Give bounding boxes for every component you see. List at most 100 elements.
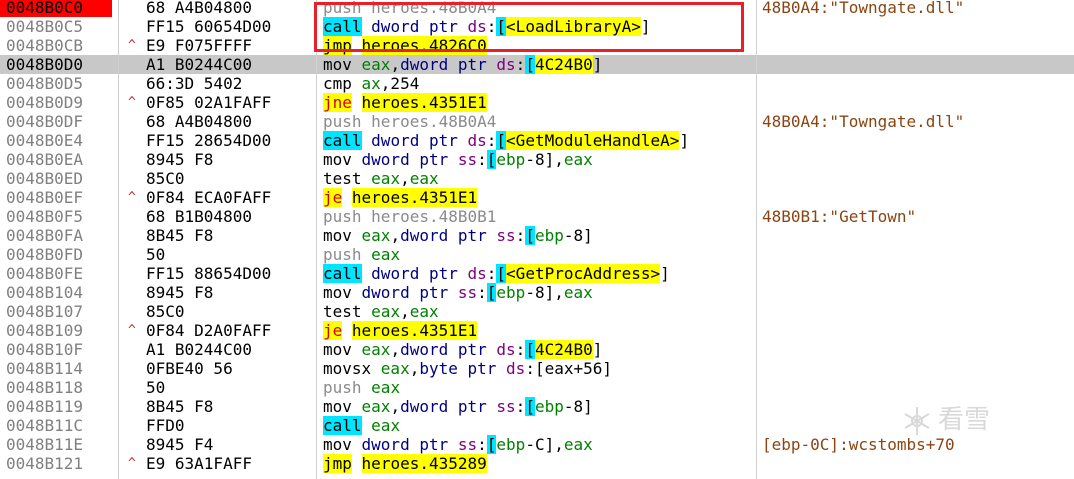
instruction-cell: mov eax,dword ptr ss:[ebp-8] xyxy=(323,226,753,245)
instruction-cell: mov eax,dword ptr ds:[4C24B0] xyxy=(323,340,753,359)
jump-arrow-icon xyxy=(128,378,140,397)
jump-arrow-icon xyxy=(128,416,140,435)
disasm-row[interactable]: 0048B0FA 8B45 F8 mov eax,dword ptr ss:[ebp… xyxy=(0,226,1074,245)
instruction-token: ds xyxy=(467,131,487,150)
column-divider xyxy=(316,0,317,479)
instruction-token: <GetProcAddress> xyxy=(506,264,661,283)
disasm-row[interactable]: 0048B0F5 68 B1B04800 push heroes.48B0B1 48B… xyxy=(0,207,1074,226)
jump-arrow-icon: ^ xyxy=(128,38,136,53)
instruction-token: -8] xyxy=(563,226,593,245)
instruction-token: je xyxy=(323,188,343,207)
disasm-row[interactable]: 0048B114 0FBE40 56 movsx eax,byte ptr ds:[… xyxy=(0,359,1074,378)
instruction-token: eax xyxy=(371,378,401,397)
address-cell: 0048B0F5 xyxy=(6,207,84,226)
instruction-token: eax xyxy=(371,302,401,321)
instruction-token: [ xyxy=(525,55,535,74)
instruction-token: eax xyxy=(409,302,439,321)
instruction-token: -8] xyxy=(525,150,555,169)
instruction-token: call xyxy=(323,131,362,150)
bytes-cell: 8B45 F8 xyxy=(146,397,214,416)
instruction-token: <GetModuleHandleA> xyxy=(506,131,680,150)
disasm-row[interactable]: 0048B118 50 push eax xyxy=(0,378,1074,397)
disasm-row[interactable]: 0048B0EA 8945 F8 mov dword ptr ss:[ebp-8],… xyxy=(0,150,1074,169)
address-cell: 0048B114 xyxy=(6,359,84,378)
instruction-token: -C] xyxy=(525,435,555,454)
bytes-cell: 66:3D 5402 xyxy=(146,74,243,93)
instruction-cell: mov dword ptr ss:[ebp-8],eax xyxy=(323,150,753,169)
disasm-row[interactable]: 0048B0EF ^ 0F84 ECA0FAFF je heroes.4351E1 xyxy=(0,188,1074,207)
comment-cell: 48B0B1:"GetTown" xyxy=(762,207,917,226)
disasm-row[interactable]: 0048B0D0 A1 B0244C00 mov eax,dword ptr ds:… xyxy=(0,55,1074,74)
instruction-token: [ xyxy=(525,340,535,359)
instruction-cell: push eax xyxy=(323,378,753,397)
disasm-row[interactable]: 0048B0FE FF15 88654D00 call dword ptr ds:[… xyxy=(0,264,1074,283)
jump-arrow-icon: ^ xyxy=(128,190,136,205)
instruction-token: ss xyxy=(496,397,516,416)
instruction-token: ss xyxy=(457,435,478,454)
instruction-token: heroes.435289 xyxy=(361,454,487,473)
jump-arrow-icon xyxy=(128,169,140,188)
disasm-row[interactable]: 0048B0FD 50 push eax xyxy=(0,245,1074,264)
comment-cell xyxy=(762,17,1074,36)
comment-cell xyxy=(762,226,1074,245)
disasm-row[interactable]: 0048B109 ^ 0F84 D2A0FAFF je heroes.4351E1 xyxy=(0,321,1074,340)
instruction-token: ] xyxy=(592,340,603,359)
address-cell: 0048B0EF xyxy=(6,188,84,207)
comment-cell xyxy=(762,321,1074,340)
disasm-row[interactable]: 0048B0E4 FF15 28654D00 call dword ptr ds:[… xyxy=(0,131,1074,150)
instruction-token: , xyxy=(554,283,564,302)
disasm-row[interactable]: 0048B0D5 66:3D 5402 cmp ax,254 xyxy=(0,74,1074,93)
instruction-token xyxy=(342,188,352,207)
instruction-token xyxy=(362,131,372,150)
comment-cell: 48B0A4:"Towngate.dll" xyxy=(762,112,965,131)
disasm-row[interactable]: 0048B121 ^ E9 63A1FAFF jmp heroes.435289 xyxy=(0,454,1074,473)
instruction-token: , xyxy=(390,55,401,74)
instruction-token: eax xyxy=(361,397,391,416)
instruction-token: dword ptr xyxy=(371,131,468,150)
watermark-text: 看雪 xyxy=(938,405,991,435)
disasm-row[interactable]: 0048B0DF 68 A4B04800 push heroes.48B0A4 48B… xyxy=(0,112,1074,131)
instruction-token: : xyxy=(477,283,487,302)
jump-arrow-icon xyxy=(128,55,140,74)
address-cell: 0048B0FE xyxy=(6,264,84,283)
disasm-row[interactable]: 0048B0D9 ^ 0F85 02A1FAFF jne heroes.4351E1 xyxy=(0,93,1074,112)
disasm-row[interactable]: 0048B0ED 85C0 test eax,eax xyxy=(0,169,1074,188)
instruction-token: [ xyxy=(525,226,535,245)
instruction-cell: mov eax,dword ptr ds:[4C24B0] xyxy=(323,55,753,74)
comment-cell xyxy=(762,150,1074,169)
disasm-row[interactable]: 0048B104 8945 F8 mov dword ptr ss:[ebp-8],… xyxy=(0,283,1074,302)
instruction-token: eax xyxy=(409,169,439,188)
instruction-token: [ xyxy=(486,150,497,169)
instruction-token: jmp xyxy=(323,454,352,473)
disasm-row[interactable]: 0048B107 85C0 test eax,eax xyxy=(0,302,1074,321)
instruction-cell: push heroes.48B0A4 xyxy=(323,112,753,131)
instruction-token: [ xyxy=(496,264,507,283)
instruction-token: ] xyxy=(660,264,670,283)
jump-arrow-icon: ^ xyxy=(128,95,136,110)
instruction-token: : xyxy=(515,55,526,74)
instruction-token: mov xyxy=(323,397,362,416)
comment-cell: 48B0A4:"Towngate.dll" xyxy=(762,0,965,17)
disasm-row[interactable]: 0048B10F A1 B0244C00 mov eax,dword ptr ds:… xyxy=(0,340,1074,359)
instruction-token: : xyxy=(486,264,497,283)
jump-arrow-icon xyxy=(128,435,140,454)
instruction-token: ebp xyxy=(496,283,526,302)
instruction-token: : xyxy=(477,150,487,169)
instruction-token xyxy=(352,454,362,473)
instruction-token: ] xyxy=(679,131,690,150)
instruction-token: 4C24B0 xyxy=(534,55,593,74)
jump-arrow-icon xyxy=(128,0,140,17)
instruction-token: byte ptr xyxy=(419,359,507,378)
comment-cell xyxy=(762,74,1074,93)
comment-cell xyxy=(762,302,1074,321)
bytes-cell: 50 xyxy=(146,245,166,264)
jump-arrow-icon xyxy=(128,359,140,378)
comment-cell xyxy=(762,131,1074,150)
instruction-token: eax xyxy=(361,340,391,359)
instruction-cell: je heroes.4351E1 xyxy=(323,188,753,207)
instruction-token: test xyxy=(323,169,372,188)
comment-cell xyxy=(762,454,1074,473)
instruction-cell: cmp ax,254 xyxy=(323,74,753,93)
instruction-token: eax xyxy=(371,245,401,264)
annotation-highlight-box xyxy=(314,2,744,52)
